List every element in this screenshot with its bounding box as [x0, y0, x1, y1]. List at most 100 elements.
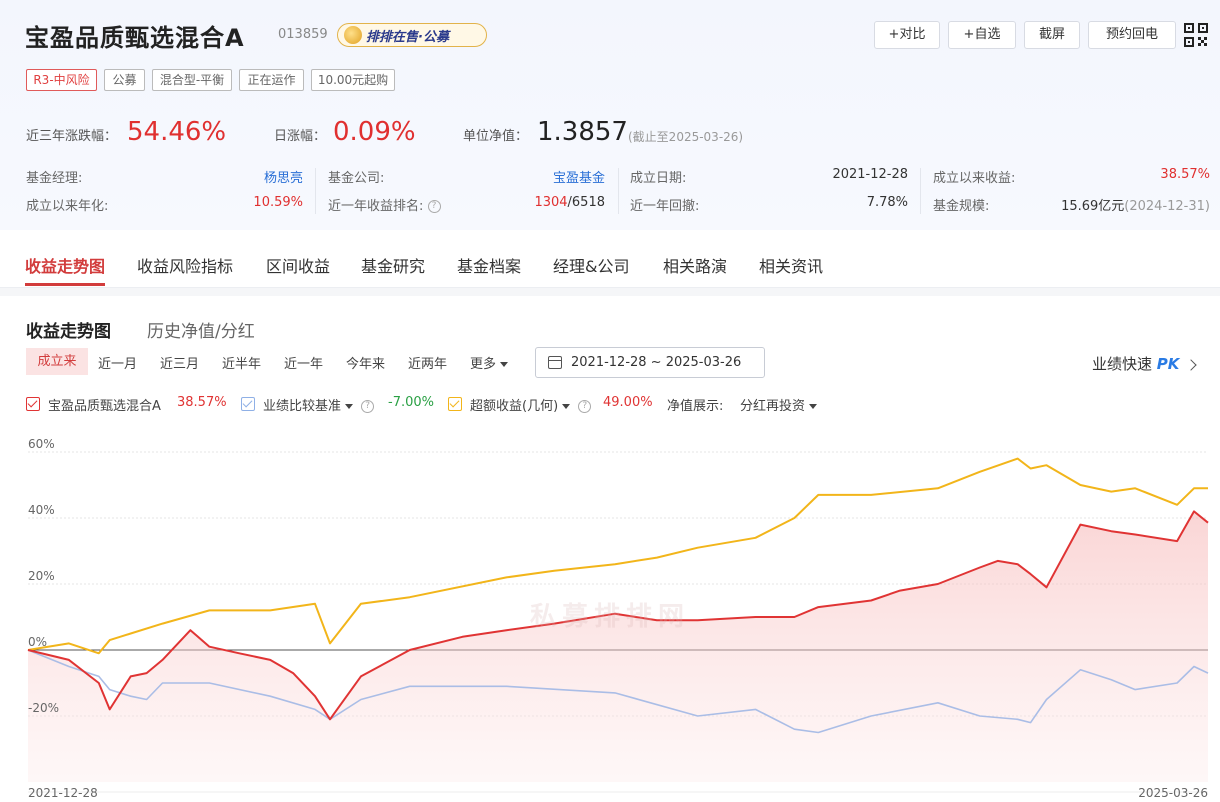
- calendar-icon: [548, 356, 562, 369]
- date-range-text: 2021-12-28 ~ 2025-03-26: [571, 355, 742, 370]
- rank-position: 1304: [534, 195, 568, 210]
- rank-value: 1304/6518: [500, 195, 605, 210]
- tab-risk-metrics[interactable]: 收益风险指标: [137, 253, 233, 277]
- compare-button[interactable]: +对比: [874, 21, 940, 49]
- y-tick-label: 40%: [28, 503, 55, 517]
- pk-brand: PK: [1156, 355, 1180, 373]
- daily-label: 日涨幅：: [274, 129, 327, 144]
- legend-excess[interactable]: 超额收益(几何) ?: [470, 395, 592, 415]
- tag-status: 正在运作: [239, 69, 304, 91]
- nav-label: 单位净值：: [463, 129, 529, 144]
- date-range-picker[interactable]: 2021-12-28 ~ 2025-03-26: [535, 347, 765, 378]
- nav-show-select[interactable]: 分红再投资: [740, 395, 818, 415]
- info-divider: [315, 168, 316, 214]
- three-year-label: 近三年涨跌幅：: [26, 129, 118, 144]
- range-more[interactable]: 更多: [470, 353, 509, 372]
- x-tick-label-end: 2025-03-26: [1138, 786, 1208, 800]
- help-icon[interactable]: ?: [578, 400, 592, 413]
- watermark: 私募排排网: [530, 602, 691, 632]
- legend-bench-name: 业绩比较基准: [263, 399, 342, 414]
- screenshot-button[interactable]: 截屏: [1024, 21, 1080, 49]
- x-tick-label-start: 2021-12-28: [28, 786, 98, 800]
- main-tab-bar: 收益走势图 收益风险指标 区间收益 基金研究 基金档案 经理&公司 相关路演 相…: [0, 238, 1220, 288]
- excess-series-checkbox[interactable]: [448, 397, 462, 411]
- nav-value: 1.3857: [537, 117, 628, 147]
- nav-date: (截止至2025-03-26): [628, 130, 744, 144]
- y-tick-label: 60%: [28, 437, 55, 451]
- legend-fund-value: 38.57%: [177, 395, 227, 410]
- section-divider: [0, 288, 1220, 296]
- subtab-return-chart[interactable]: 收益走势图: [26, 317, 111, 342]
- nav-show-value: 分红再投资: [740, 399, 806, 414]
- tag-risk: R3-中风险: [26, 69, 97, 91]
- help-icon[interactable]: ?: [361, 400, 375, 413]
- tab-roadshow[interactable]: 相关路演: [663, 253, 727, 277]
- drawdown-label: 近一年回撤:: [630, 199, 700, 214]
- manager-value[interactable]: 杨思亮: [200, 167, 303, 186]
- range-6m[interactable]: 近半年: [222, 353, 261, 372]
- chevron-right-icon: [1185, 358, 1198, 371]
- scale-date: (2024-12-31): [1124, 199, 1210, 214]
- nav-show-label: 净值展示:: [667, 399, 724, 414]
- legend-bench[interactable]: 业绩比较基准 ?: [263, 395, 375, 415]
- y-tick-label: 0%: [28, 635, 47, 649]
- fund-series-checkbox[interactable]: [26, 397, 40, 411]
- since-value: 38.57%: [1160, 167, 1210, 182]
- tag-type: 混合型-平衡: [152, 69, 232, 91]
- qr-code-icon[interactable]: [1184, 23, 1208, 47]
- legend-excess-value: 49.00%: [603, 395, 653, 410]
- found-value: 2021-12-28: [832, 167, 908, 182]
- manager-label: 基金经理:: [26, 171, 83, 186]
- fund-code: 013859: [278, 27, 328, 42]
- drawdown-value: 7.78%: [866, 195, 908, 210]
- rank-label-text: 近一年收益排名:: [328, 199, 424, 214]
- tag-min-purchase: 10.00元起购: [311, 69, 395, 91]
- help-icon[interactable]: ?: [427, 200, 441, 213]
- sale-badge-label: 排排在售·公募: [366, 30, 449, 45]
- legend-excess-name: 超额收益(几何): [470, 399, 559, 414]
- company-value[interactable]: 宝盈基金: [500, 167, 605, 186]
- range-since-inception[interactable]: 成立来: [26, 348, 88, 375]
- tag-public: 公募: [104, 69, 145, 91]
- info-divider: [618, 168, 619, 214]
- company-label: 基金公司:: [328, 171, 385, 186]
- callback-button[interactable]: 预约回电: [1088, 21, 1176, 49]
- legend-bench-value: -7.00%: [388, 395, 434, 410]
- found-label: 成立日期:: [630, 171, 687, 186]
- scale-label: 基金规模:: [933, 199, 990, 214]
- range-ytd[interactable]: 今年来: [346, 353, 385, 372]
- range-2y[interactable]: 近两年: [408, 353, 447, 372]
- chevron-down-icon: [809, 404, 818, 409]
- tab-research[interactable]: 基金研究: [361, 253, 425, 277]
- sale-badge[interactable]: 排排在售·公募: [337, 23, 487, 47]
- y-tick-label: -20%: [28, 701, 59, 715]
- since-label: 成立以来收益:: [933, 171, 1016, 186]
- tab-manager-company[interactable]: 经理&公司: [553, 253, 629, 277]
- rank-label: 近一年收益排名: ?: [328, 195, 441, 214]
- rank-total: /6518: [567, 195, 605, 210]
- quick-pk-link[interactable]: 业绩快速 PK: [1092, 353, 1198, 374]
- chevron-down-icon: [500, 362, 509, 367]
- subtab-history-nav[interactable]: 历史净值/分红: [147, 317, 255, 342]
- fund-title: 宝盈品质甄选混合A: [25, 24, 245, 52]
- annual-value: 10.59%: [253, 195, 303, 210]
- add-watchlist-button[interactable]: +自选: [948, 21, 1016, 49]
- scale-value: 15.69亿元(2024-12-31): [1010, 195, 1210, 214]
- chevron-down-icon: [562, 404, 571, 409]
- annual-label: 成立以来年化:: [26, 199, 109, 214]
- range-1m[interactable]: 近一月: [98, 353, 137, 372]
- pk-label: 业绩快速: [1092, 355, 1153, 373]
- scale-amount: 15.69亿元: [1061, 199, 1125, 214]
- range-3m[interactable]: 近三月: [160, 353, 199, 372]
- range-1y[interactable]: 近一年: [284, 353, 323, 372]
- y-tick-label: 20%: [28, 569, 55, 583]
- bench-series-checkbox[interactable]: [241, 397, 255, 411]
- active-tab-underline: [25, 283, 105, 286]
- three-year-value: 54.46%: [127, 117, 227, 147]
- range-more-label: 更多: [470, 357, 497, 372]
- tab-period-return[interactable]: 区间收益: [266, 253, 330, 277]
- tab-return-chart[interactable]: 收益走势图: [25, 253, 105, 277]
- tab-archive[interactable]: 基金档案: [457, 253, 521, 277]
- tab-news[interactable]: 相关资讯: [759, 253, 823, 277]
- medal-icon: [344, 26, 362, 44]
